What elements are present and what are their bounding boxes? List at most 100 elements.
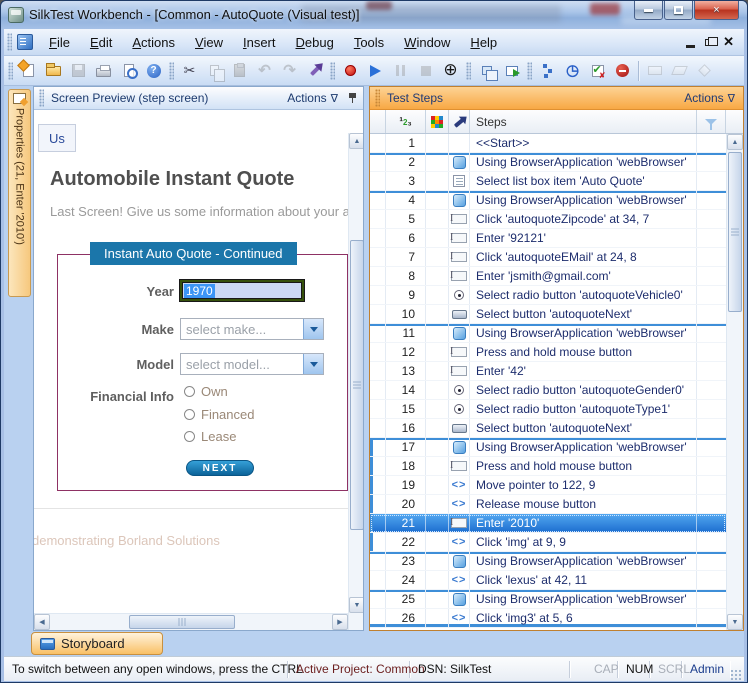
toolbar-grip[interactable]	[169, 62, 174, 80]
panel-grip[interactable]	[39, 89, 44, 107]
test-step-row-7[interactable]: 7Click 'autoquoteEMail' at 24, 8	[370, 248, 726, 267]
dropdown-arrow-icon[interactable]	[303, 354, 323, 374]
minimize-button[interactable]	[634, 1, 663, 20]
year-input[interactable]: 1970	[180, 280, 304, 301]
identify-object-button[interactable]	[439, 59, 462, 82]
export-screen-button[interactable]	[500, 59, 523, 82]
test-step-row-8[interactable]: 8Enter 'jsmith@gmail.com'	[370, 267, 726, 286]
panel-grip[interactable]	[375, 89, 380, 107]
make-select[interactable]: select make...	[180, 318, 324, 340]
test-step-row-24[interactable]: 24Click 'lexus' at 42, 11	[370, 571, 726, 590]
test-step-row-18[interactable]: 18Press and hold mouse button	[370, 457, 726, 476]
mdi-close-button[interactable]: ✕	[723, 36, 734, 48]
remove-button[interactable]	[611, 59, 634, 82]
scroll-down-icon[interactable]: ▼	[349, 597, 363, 613]
radio-option-own[interactable]: Own	[184, 384, 228, 399]
test-step-row-16[interactable]: 16Select button 'autoquoteNext'	[370, 419, 726, 438]
menu-help[interactable]: Help	[460, 31, 507, 54]
menu-edit[interactable]: Edit	[80, 31, 122, 54]
test-step-row-1[interactable]: 1<<Start>>	[370, 134, 726, 153]
test-step-row-10[interactable]: 10Select button 'autoquoteNext'	[370, 305, 726, 324]
cut-button[interactable]	[178, 59, 201, 82]
test-step-row-26[interactable]: 26Click 'img3' at 5, 6	[370, 609, 726, 628]
toolbar-grip[interactable]	[7, 33, 12, 51]
menu-view[interactable]: View	[185, 31, 233, 54]
next-button[interactable]: NEXT	[186, 460, 254, 476]
menu-tools[interactable]: Tools	[344, 31, 394, 54]
toolbar-grip[interactable]	[330, 62, 335, 80]
new-visual-test-button[interactable]	[17, 59, 40, 82]
resize-grip[interactable]	[730, 669, 742, 681]
test-step-row-12[interactable]: 12Press and hold mouse button	[370, 343, 726, 362]
goto-column-header[interactable]	[449, 110, 470, 133]
toolbar-grip[interactable]	[466, 62, 471, 80]
maximize-button[interactable]	[664, 1, 693, 20]
properties-tab[interactable]: Properties (21, Enter '2010')	[8, 89, 31, 297]
steps-actions-menu[interactable]: Actions	[684, 91, 723, 105]
timer-button[interactable]	[561, 59, 584, 82]
row-number-column-header[interactable]	[386, 110, 426, 133]
test-step-row-4[interactable]: 4Using BrowserApplication 'webBrowser'	[370, 191, 726, 210]
preview-vertical-scrollbar[interactable]: ▲ ▼	[348, 133, 363, 630]
test-step-row-5[interactable]: 5Click 'autoquoteZipcode' at 34, 7	[370, 210, 726, 229]
scroll-up-icon[interactable]: ▲	[727, 134, 743, 150]
scroll-thumb[interactable]	[350, 240, 363, 530]
copy-screen-button[interactable]	[475, 59, 498, 82]
nav-tab-us[interactable]: Us	[38, 124, 76, 152]
test-step-row-13[interactable]: 13Enter '42'	[370, 362, 726, 381]
test-step-row-19[interactable]: 19Move pointer to 122, 9	[370, 476, 726, 495]
test-step-row-23[interactable]: 23Using BrowserApplication 'webBrowser'	[370, 552, 726, 571]
menu-insert[interactable]: Insert	[233, 31, 286, 54]
scroll-left-icon[interactable]: ◀	[34, 614, 50, 630]
test-step-row-11[interactable]: 11Using BrowserApplication 'webBrowser'	[370, 324, 726, 343]
radio-option-financed[interactable]: Financed	[184, 407, 254, 422]
scroll-up-icon[interactable]: ▲	[349, 133, 363, 149]
test-step-row-17[interactable]: 17Using BrowserApplication 'webBrowser'	[370, 438, 726, 457]
verification-button[interactable]	[586, 59, 609, 82]
pin-icon[interactable]	[348, 92, 357, 104]
test-step-row-9[interactable]: 9Select radio button 'autoquoteVehicle0'	[370, 286, 726, 305]
test-step-row-14[interactable]: 14Select radio button 'autoquoteGender0'	[370, 381, 726, 400]
radio-icon[interactable]	[184, 386, 195, 397]
model-select[interactable]: select model...	[180, 353, 324, 375]
dropdown-arrow-icon[interactable]	[303, 319, 323, 339]
radio-icon[interactable]	[184, 431, 195, 442]
test-step-row-20[interactable]: 20Release mouse button	[370, 495, 726, 514]
flow-steps-button[interactable]	[536, 59, 559, 82]
test-step-row-21[interactable]: 21Enter '2010'	[370, 514, 726, 533]
radio-option-lease[interactable]: Lease	[184, 429, 236, 444]
test-step-row-25[interactable]: 25Using BrowserApplication 'webBrowser'	[370, 590, 726, 609]
scroll-down-icon[interactable]: ▼	[727, 614, 743, 630]
open-button[interactable]	[42, 59, 65, 82]
preview-horizontal-scrollbar[interactable]: ◀ ▶	[34, 613, 348, 630]
test-step-row-15[interactable]: 15Select radio button 'autoquoteType1'	[370, 400, 726, 419]
test-step-row-22[interactable]: 22Click 'img' at 9, 9	[370, 533, 726, 552]
chevron-down-icon[interactable]: ∇	[728, 92, 735, 105]
record-button[interactable]	[339, 59, 362, 82]
print-button[interactable]	[92, 59, 115, 82]
play-button[interactable]	[364, 59, 387, 82]
help-button[interactable]	[142, 59, 165, 82]
chevron-down-icon[interactable]: ∇	[331, 92, 338, 105]
steps-vertical-scrollbar[interactable]: ▲ ▼	[726, 134, 743, 630]
screenshot-column-header[interactable]	[426, 110, 449, 133]
format-brush-button[interactable]	[303, 59, 326, 82]
toolbar-grip[interactable]	[527, 62, 532, 80]
toolbar-grip[interactable]	[8, 62, 13, 80]
radio-icon[interactable]	[184, 409, 195, 420]
print-preview-button[interactable]	[117, 59, 140, 82]
storyboard-tab[interactable]: Storyboard	[31, 632, 163, 655]
menu-window[interactable]: Window	[394, 31, 460, 54]
preview-actions-menu[interactable]: Actions	[287, 91, 326, 105]
scroll-right-icon[interactable]: ▶	[332, 614, 348, 630]
menu-actions[interactable]: Actions	[122, 31, 185, 54]
menu-file[interactable]: File	[39, 31, 80, 54]
scroll-thumb[interactable]	[728, 152, 742, 312]
scroll-thumb[interactable]	[129, 615, 235, 629]
filter-column-header[interactable]	[697, 110, 726, 133]
close-button[interactable]: ×	[694, 1, 739, 20]
menu-debug[interactable]: Debug	[286, 31, 344, 54]
test-step-row-3[interactable]: 3Select list box item 'Auto Quote'	[370, 172, 726, 191]
test-step-row-6[interactable]: 6Enter '92121'	[370, 229, 726, 248]
mdi-restore-button[interactable]	[705, 39, 713, 46]
